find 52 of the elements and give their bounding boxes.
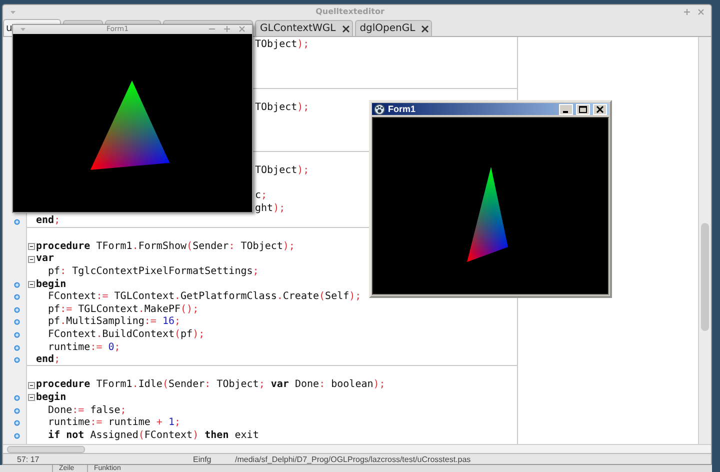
breakpoint-dot-icon[interactable] [14,394,20,401]
fold-icon[interactable] [28,382,35,389]
code-line: ght); [255,203,286,216]
fold-icon[interactable] [28,243,35,250]
insert-mode: Einfg [192,454,212,464]
breakpoint-dot-icon[interactable] [14,344,20,351]
fold-icon[interactable] [28,394,35,402]
code-line: procedure TForm1.Idle(Sender: TObject; var Done: boolean); [36,379,386,392]
code-line: pf.MultiSampling:= 16; [47,316,181,328]
code-line: procedure TForm1.FormShow(Sender: TObject); [36,240,295,253]
file-tab[interactable]: GLContextWGL [255,20,353,36]
breakpoint-dot-icon[interactable] [14,294,20,300]
vertical-scrollbar[interactable] [698,37,711,444]
breakpoint-dot-icon[interactable] [14,282,20,288]
breakpoint-dot-icon[interactable] [14,357,20,364]
code-line: pf:= TGLContext.MakePF(); [47,304,199,316]
code-line: FContext:= TGLContext.GetPlatformClass.Create(Self); [47,291,362,304]
cursor-position: 57: 17 [16,454,40,464]
code-line: runtime:= runtime + 1; [47,417,181,430]
code-line: TObject); [255,102,310,114]
close-icon[interactable] [421,24,430,32]
code-line: FContext.BuildContext(pf); [47,328,205,341]
paw-icon [374,104,385,114]
code-line: if not Assigned(FContext) then exit [47,430,259,442]
code-line: TObject); [255,165,310,178]
code-line: runtime:= 0; [47,342,120,354]
code-line: TObject); [255,39,310,52]
code-line: begin [36,278,66,291]
code-line: var [36,253,54,266]
breakpoint-dot-icon[interactable] [14,306,20,313]
fold-icon[interactable] [28,281,35,288]
breakpoint-dot-icon[interactable] [14,408,20,414]
code-line: end; [36,354,60,366]
fold-icon[interactable] [28,256,35,263]
breakpoint-dot-icon[interactable] [14,420,20,426]
breakpoint-dot-icon[interactable] [14,332,20,338]
breakpoint-dot-icon[interactable] [14,319,20,326]
window-menu-icon[interactable] [19,25,27,34]
code-line: pf: TglcContextPixelFormatSettings; [47,266,259,278]
file-tab[interactable]: dglOpenGL [354,20,432,36]
code-line: Done:= false; [47,404,126,417]
window-title: Quelltexteditor [314,7,386,16]
window-title: Form1 [388,104,417,114]
horizontal-scrollbar[interactable] [3,444,711,453]
close-icon[interactable] [342,24,350,32]
minimize-icon[interactable] [559,104,573,114]
breakpoint-dot-icon[interactable] [14,218,20,225]
code-line: begin [36,392,66,404]
code-line: end; [36,215,60,228]
breakpoint-dot-icon[interactable] [14,432,20,439]
code-line: c; [255,190,268,202]
file-path: /media/sf_Delphi/D7_Prog/OGLProgs/lazcross/test/uCrosstest.pas [234,454,471,464]
